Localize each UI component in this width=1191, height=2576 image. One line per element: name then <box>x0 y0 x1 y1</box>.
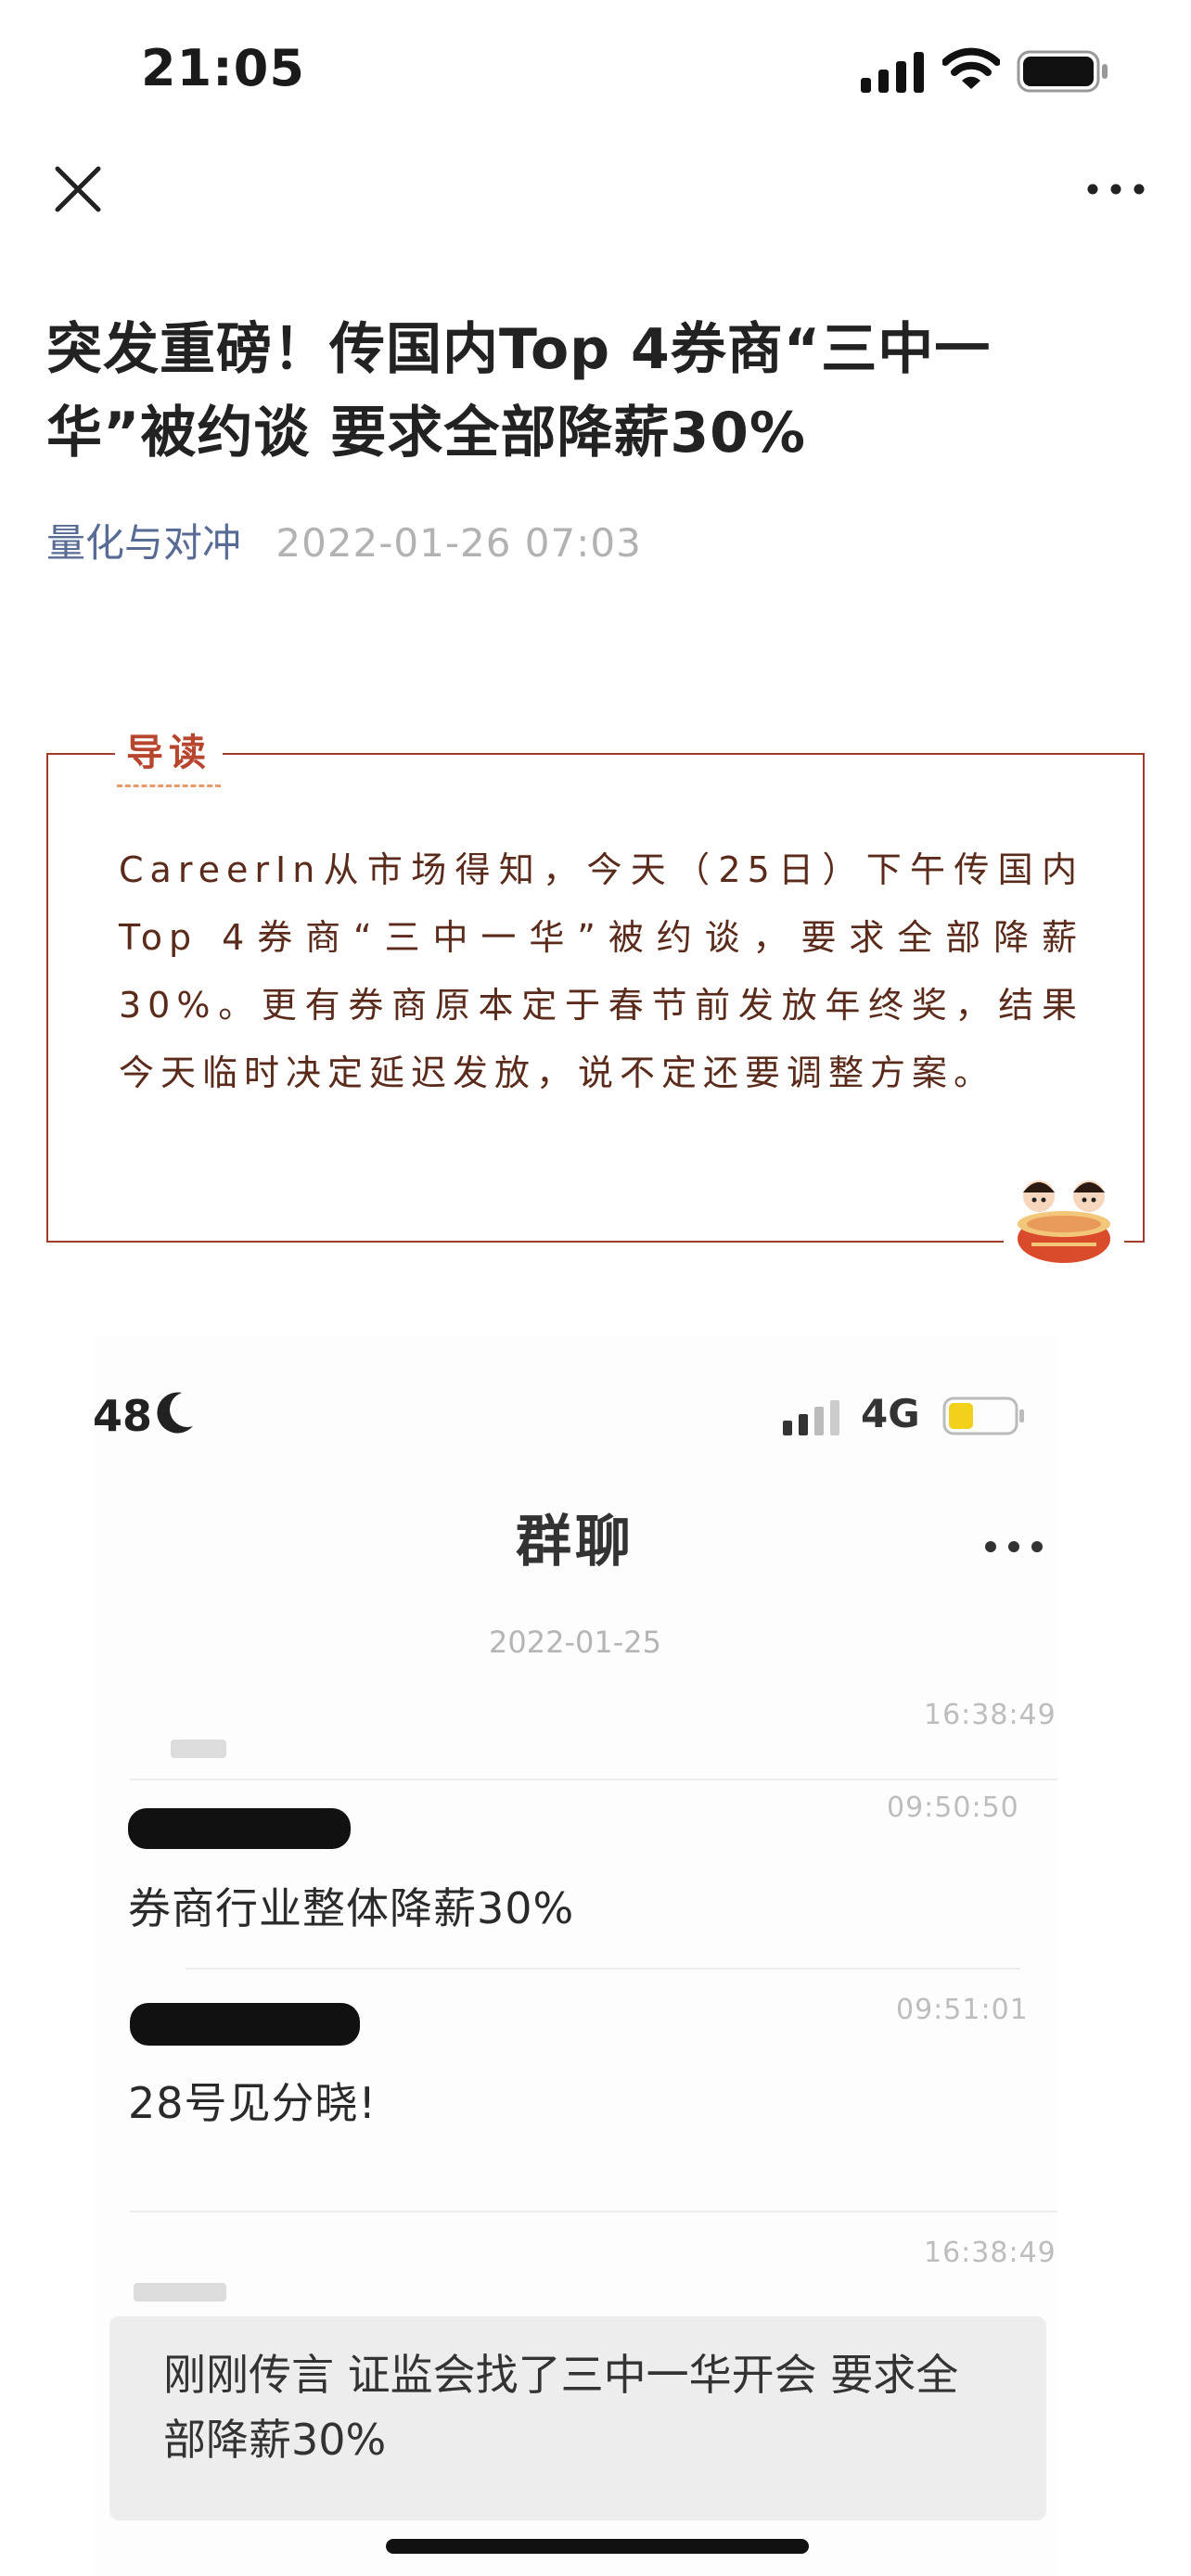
message-text: 刚刚传言 证监会找了三中一华开会 要求全部降薪30% <box>163 2350 959 2465</box>
redacted-name <box>130 2003 360 2046</box>
divider <box>130 2211 1057 2213</box>
embedded-network-label: 4G <box>861 1391 920 1436</box>
embedded-battery-icon <box>942 1396 1024 1435</box>
moon-icon <box>157 1392 193 1434</box>
status-time: 21:05 <box>141 39 305 97</box>
guide-box: 导读 CareerIn从市场得知，今天（25日）下午传国内Top 4券商“三中一… <box>46 727 1145 1270</box>
guide-label-underline <box>117 784 221 787</box>
guide-label: 导读 <box>115 727 223 779</box>
divider <box>186 1968 1020 1970</box>
divider <box>130 1779 1057 1780</box>
article-title: 突发重磅！传国内Top 4券商“三中一华”被约谈 要求全部降薪30% <box>46 317 992 465</box>
message-time: 16:38:49 <box>924 1699 1057 1731</box>
more-horizontal-icon[interactable] <box>1083 171 1148 208</box>
account-name-link[interactable]: 量化与对冲 <box>46 520 241 566</box>
status-bar: 21:05 <box>0 0 1191 139</box>
embedded-signal-icon <box>783 1400 839 1435</box>
redacted-name <box>134 2283 226 2302</box>
cellular-signal-icon <box>861 52 924 93</box>
embedded-status-time: 48 <box>93 1391 153 1441</box>
message-time: 16:38:49 <box>924 2237 1057 2269</box>
battery-icon <box>1017 50 1108 93</box>
home-indicator[interactable] <box>386 2539 809 2554</box>
chat-title: 群聊 <box>516 1510 634 1575</box>
embedded-more-icon <box>985 1541 1043 1552</box>
message-text: 券商行业整体降薪30% <box>128 1883 575 1933</box>
wifi-icon <box>942 47 1000 89</box>
chat-date: 2022-01-25 <box>489 1625 661 1660</box>
redacted-name <box>128 1808 351 1849</box>
message-text: 28号见分晓! <box>128 2078 377 2128</box>
publish-time: 2022-01-26 07:03 <box>275 520 642 566</box>
guide-text: CareerIn从市场得知，今天（25日）下午传国内Top 4券商“三中一华”被… <box>119 849 1083 1093</box>
close-icon[interactable] <box>48 159 108 219</box>
redacted-name <box>171 1740 226 1758</box>
embedded-chat-screenshot: 48 4G 群聊 2022-01-25 16:38:49 09:50:50 券商… <box>93 1335 1057 2576</box>
article-meta: 量化与对冲 2022-01-26 07:03 <box>46 516 642 571</box>
new-year-mascot-icon <box>1004 1159 1124 1270</box>
message-time: 09:51:01 <box>896 1994 1029 2026</box>
message-time: 09:50:50 <box>887 1792 1019 1824</box>
message-bubble: 刚刚传言 证监会找了三中一华开会 要求全部降薪30% <box>109 2316 1046 2520</box>
